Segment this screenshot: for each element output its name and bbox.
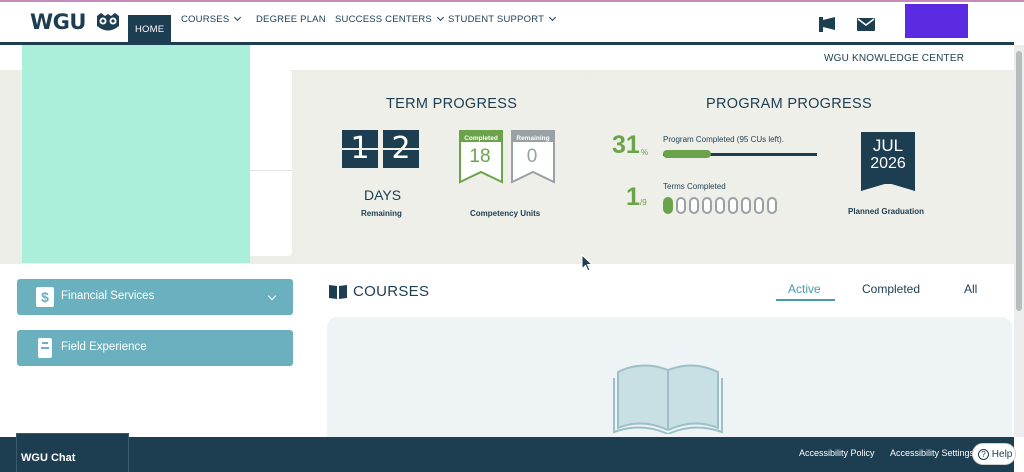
term-pill bbox=[741, 197, 751, 214]
chevron-down-icon bbox=[234, 13, 242, 22]
field-experience-button[interactable]: Field Experience bbox=[17, 330, 293, 366]
program-percent: 31 bbox=[612, 131, 640, 159]
field-experience-label: Field Experience bbox=[61, 341, 147, 353]
svg-text:$: $ bbox=[41, 289, 49, 305]
profile-divider bbox=[250, 170, 292, 171]
tab-active[interactable]: Active bbox=[788, 282, 821, 296]
wgu-logo[interactable]: WGU bbox=[30, 10, 86, 34]
term-pill bbox=[676, 197, 686, 214]
open-book-icon bbox=[613, 364, 723, 434]
nav-courses-label: COURSES bbox=[181, 14, 230, 25]
redacted-profile-block bbox=[22, 45, 250, 263]
grad-month: JUL bbox=[872, 136, 904, 155]
owl-logo-icon bbox=[97, 13, 119, 31]
nav-home[interactable]: HOME bbox=[128, 15, 172, 42]
nav-home-label: HOME bbox=[135, 24, 165, 35]
book-icon bbox=[329, 285, 347, 299]
days-digit-2: 2 bbox=[383, 130, 419, 168]
term-pill bbox=[728, 197, 738, 214]
nav-student-support-label: STUDENT SUPPORT bbox=[448, 14, 545, 25]
days-digit-1: 1 bbox=[342, 130, 378, 168]
knowledge-center-link[interactable]: WGU KNOWLEDGE CENTER bbox=[824, 53, 964, 64]
days-remaining-label: Remaining bbox=[361, 209, 402, 218]
terms-completed-value: 1 bbox=[626, 183, 640, 211]
help-label: Help bbox=[991, 449, 1013, 461]
megaphone-icon[interactable] bbox=[819, 17, 837, 32]
term-pill bbox=[767, 197, 777, 214]
term-pill bbox=[663, 197, 673, 214]
scrollbar-thumb[interactable] bbox=[1016, 51, 1022, 311]
nav-student-support[interactable]: STUDENT SUPPORT bbox=[448, 13, 557, 25]
term-pill bbox=[702, 197, 712, 214]
chevron-down-icon bbox=[549, 13, 557, 22]
financial-services-label: Financial Services bbox=[61, 290, 155, 302]
days-label: DAYS bbox=[364, 187, 402, 203]
calendar-ribbon-tail bbox=[861, 183, 915, 191]
chevron-down-icon[interactable] bbox=[267, 291, 277, 301]
redacted-user-avatar[interactable] bbox=[905, 4, 968, 38]
nav-degree-plan[interactable]: DEGREE PLAN bbox=[256, 14, 326, 25]
badge-icon bbox=[38, 338, 52, 358]
completed-cu-value: 18 bbox=[469, 146, 491, 167]
mouse-cursor-icon bbox=[581, 254, 593, 272]
term-pill bbox=[689, 197, 699, 214]
competency-units-label: Competency Units bbox=[470, 209, 541, 218]
grad-year: 2026 bbox=[870, 155, 906, 172]
program-percent-unit: % bbox=[641, 148, 649, 157]
term-pill bbox=[715, 197, 725, 214]
program-completed-label: Program Completed (95 CUs left). bbox=[663, 135, 784, 144]
wgu-chat-button[interactable]: WGU Chat bbox=[16, 433, 129, 472]
nav-degree-plan-label: DEGREE PLAN bbox=[256, 14, 326, 25]
terms-total: /9 bbox=[640, 198, 647, 207]
planned-graduation-label: Planned Graduation bbox=[848, 207, 925, 216]
graduation-calendar: JUL 2026 bbox=[861, 132, 915, 184]
accessibility-settings-link[interactable]: Accessibility Settings bbox=[890, 448, 974, 458]
question-icon: ? bbox=[978, 449, 989, 460]
dollar-icon: $ bbox=[36, 287, 54, 307]
remaining-caption: Remaining bbox=[516, 135, 550, 142]
financial-services-button[interactable]: $ Financial Services bbox=[17, 279, 293, 315]
nav-success-centers[interactable]: SUCCESS CENTERS bbox=[335, 13, 445, 25]
active-tab-underline bbox=[776, 299, 835, 301]
completed-caption: Completed bbox=[464, 135, 498, 142]
chevron-down-icon bbox=[436, 13, 445, 22]
nav-success-centers-label: SUCCESS CENTERS bbox=[335, 14, 432, 25]
term-progress-title: TERM PROGRESS bbox=[386, 96, 518, 112]
program-progress-fill bbox=[663, 150, 711, 158]
wgu-chat-label: WGU Chat bbox=[21, 452, 76, 464]
tab-all[interactable]: All bbox=[964, 282, 977, 296]
mail-icon[interactable] bbox=[857, 18, 875, 31]
nav-courses[interactable]: COURSES bbox=[181, 13, 242, 25]
help-button[interactable]: ? Help bbox=[972, 443, 1016, 465]
courses-title: COURSES bbox=[353, 283, 430, 300]
page-scrollbar[interactable] bbox=[1014, 45, 1024, 437]
terms-completed-label: Terms Completed bbox=[663, 182, 726, 191]
remaining-cu-value: 0 bbox=[526, 146, 538, 167]
accessibility-policy-link[interactable]: Accessibility Policy bbox=[799, 448, 875, 458]
program-progress-title: PROGRAM PROGRESS bbox=[706, 96, 872, 112]
term-pill bbox=[754, 197, 764, 214]
tab-completed[interactable]: Completed bbox=[862, 282, 920, 296]
